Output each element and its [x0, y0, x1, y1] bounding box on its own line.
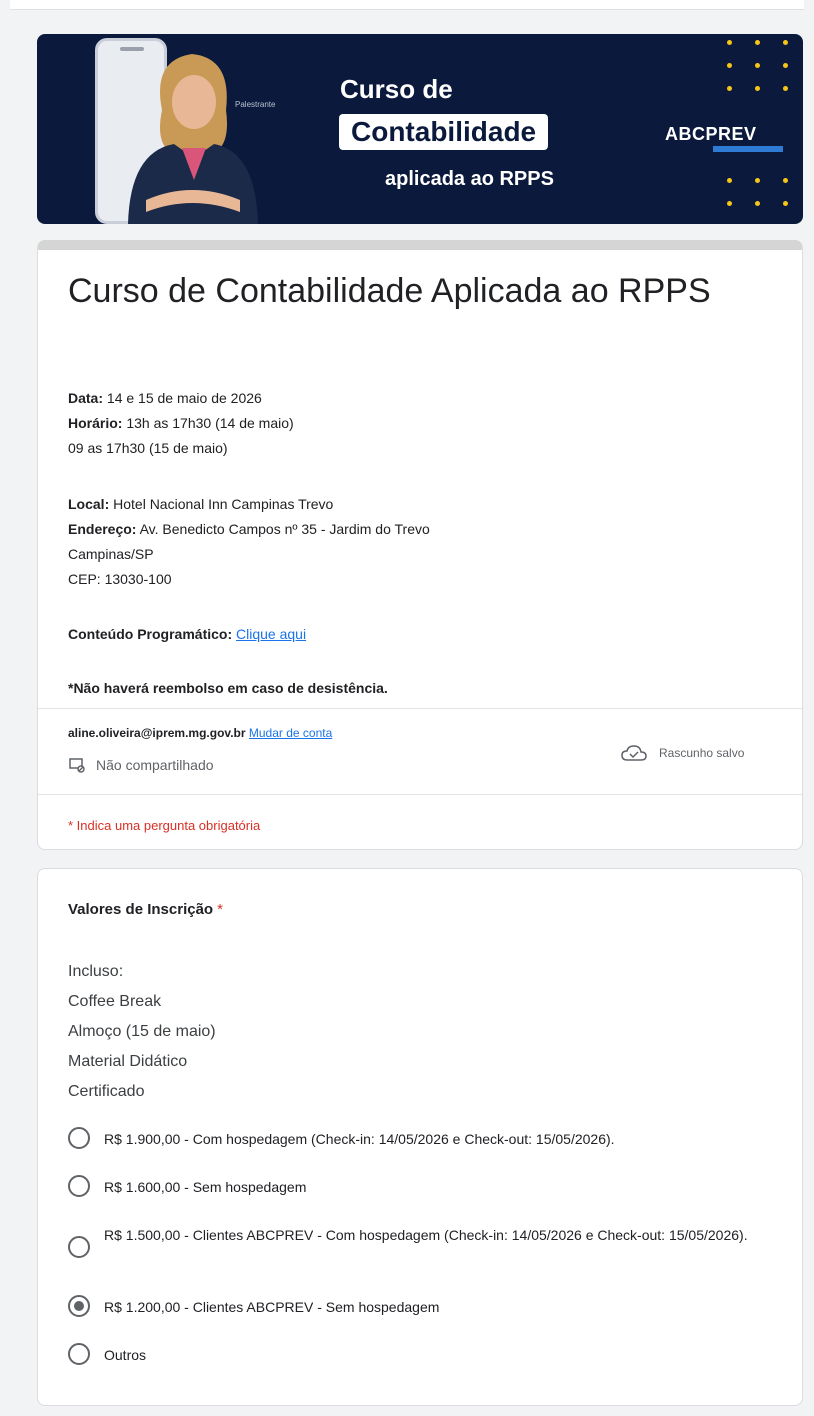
decorative-dots-top — [727, 40, 793, 91]
account-line: aline.oliveira@iprem.mg.gov.br Mudar de … — [68, 726, 332, 740]
banner-title-line1: Curso de — [340, 74, 453, 104]
account-email: aline.oliveira@iprem.mg.gov.br — [68, 726, 246, 740]
content-line: Conteúdo Programático: Clique aqui — [68, 622, 306, 647]
logo-accent — [713, 146, 783, 152]
not-shared-label: Não compartilhado — [96, 757, 214, 773]
location-label: Local: — [68, 496, 110, 512]
address-value: Av. Benedicto Campos nº 35 - Jardim do T… — [139, 521, 430, 537]
content-link[interactable]: Clique aqui — [236, 626, 306, 642]
not-shared-row: Não compartilhado — [68, 756, 214, 774]
radio-option[interactable]: R$ 1.600,00 - Sem hospedagem — [68, 1175, 778, 1199]
switch-account-link[interactable]: Mudar de conta — [249, 726, 332, 740]
time-label: Horário: — [68, 415, 123, 431]
radio-button[interactable] — [68, 1343, 90, 1365]
abcprev-logo: ABCPREV — [665, 124, 757, 144]
refund-note: *Não haverá reembolso em caso de desistê… — [68, 680, 388, 696]
address-line: Endereço: Av. Benedicto Campos nº 35 - J… — [68, 517, 430, 542]
form-header-card: Curso de Contabilidade Aplicada ao RPPS … — [37, 240, 803, 850]
divider — [38, 794, 802, 795]
content-label: Conteúdo Programático: — [68, 626, 233, 642]
time-line: Horário: 13h as 17h30 (14 de maio) — [68, 411, 294, 436]
decorative-dots-bottom — [727, 178, 793, 206]
time-line-2: 09 as 17h30 (15 de maio) — [68, 440, 228, 456]
cloud-check-icon — [621, 745, 647, 761]
form-title: Curso de Contabilidade Aplicada ao RPPS — [68, 272, 711, 310]
option-label: R$ 1.500,00 - Clientes ABCPREV - Com hos… — [104, 1227, 748, 1243]
required-note: * Indica uma pergunta obrigatória — [68, 818, 261, 833]
option-label: Outros — [104, 1347, 147, 1363]
date-value: 14 e 15 de maio de 2026 — [106, 390, 262, 406]
radio-option-selected[interactable]: R$ 1.200,00 - Clientes ABCPREV - Sem hos… — [68, 1295, 778, 1319]
radio-button-selected[interactable] — [68, 1295, 90, 1317]
speaker-photo — [128, 54, 258, 224]
location-value: Hotel Nacional Inn Campinas Trevo — [113, 496, 334, 512]
address-label: Endereço: — [68, 521, 137, 537]
draft-status-label: Rascunho salvo — [659, 746, 745, 760]
radio-option[interactable]: Outros — [68, 1343, 778, 1367]
option-label: R$ 1.200,00 - Clientes ABCPREV - Sem hos… — [104, 1299, 440, 1315]
location-line: Local: Hotel Nacional Inn Campinas Trevo — [68, 492, 333, 517]
banner-title-boxed: Contabilidade — [339, 114, 549, 150]
question-title: Valores de Inscrição * — [68, 901, 223, 918]
radio-option[interactable]: R$ 1.900,00 - Com hospedagem (Check-in: … — [68, 1127, 778, 1151]
top-strip — [10, 0, 804, 10]
option-label: R$ 1.900,00 - Com hospedagem (Check-in: … — [104, 1131, 615, 1147]
date-line: Data: 14 e 15 de maio de 2026 — [68, 386, 262, 411]
question-card: Valores de Inscrição * Incluso: Coffee Br… — [37, 868, 803, 1406]
date-label: Data: — [68, 390, 104, 406]
city-line: Campinas/SP — [68, 546, 154, 562]
radio-button[interactable] — [68, 1236, 90, 1258]
question-description: Incluso: Coffee Break Almoço (15 de maio… — [68, 963, 216, 1100]
divider — [38, 708, 802, 709]
header-banner: Palestrante Curso de Contabilidade aplic… — [37, 34, 803, 224]
option-label: R$ 1.600,00 - Sem hospedagem — [104, 1179, 307, 1195]
banner-caption: Palestrante — [235, 100, 276, 109]
cep-line: CEP: 13030-100 — [68, 571, 172, 587]
radio-button[interactable] — [68, 1127, 90, 1149]
radio-option[interactable]: R$ 1.500,00 - Clientes ABCPREV - Com hos… — [68, 1223, 778, 1258]
time-value: 13h as 17h30 (14 de maio) — [126, 415, 294, 431]
draft-status: Rascunho salvo — [621, 744, 744, 762]
not-shared-icon — [69, 758, 85, 773]
radio-button[interactable] — [68, 1175, 90, 1197]
banner-title-line3: aplicada ao RPPS — [385, 168, 554, 190]
required-star: * — [217, 901, 223, 918]
